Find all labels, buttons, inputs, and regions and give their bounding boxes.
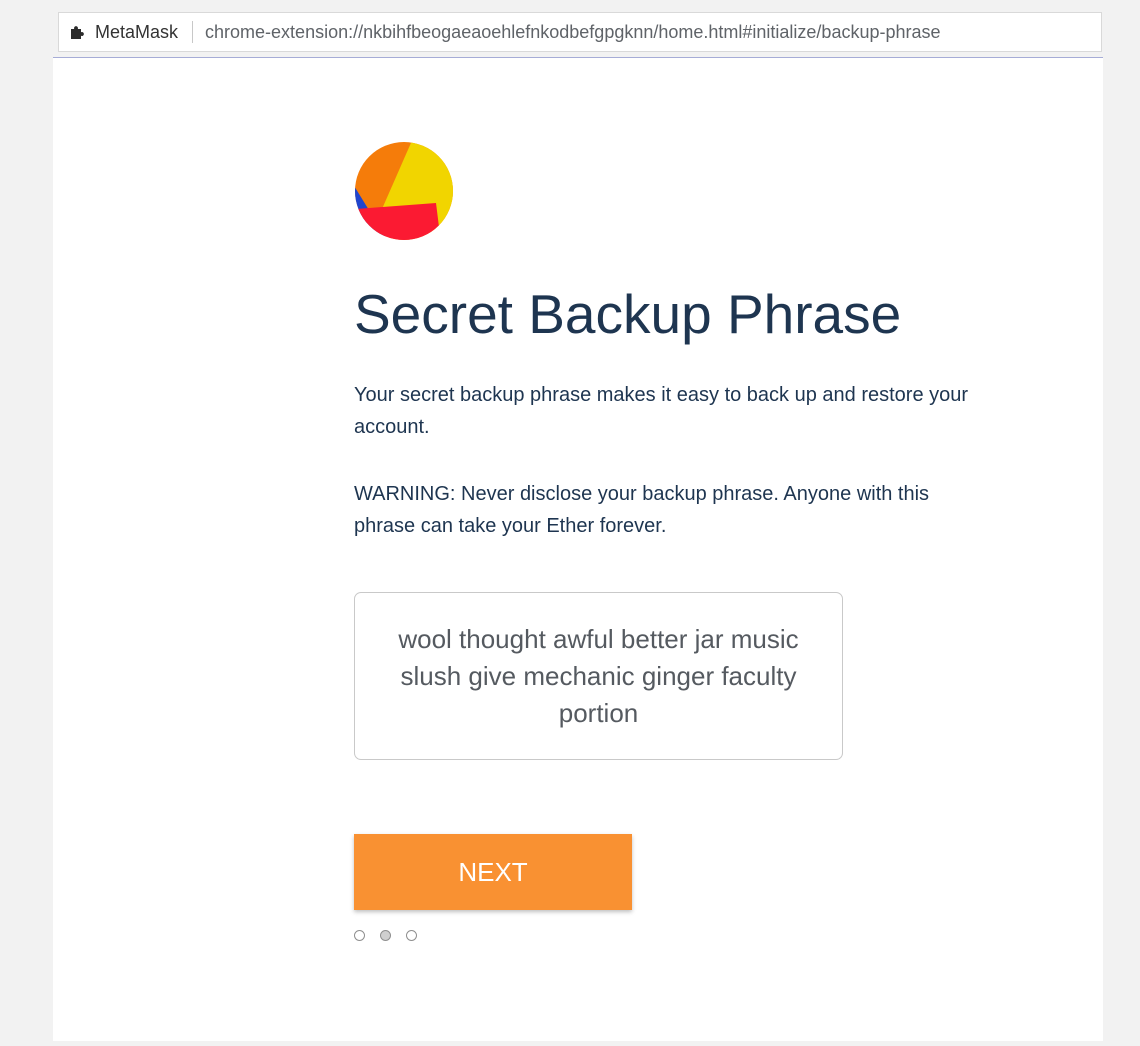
address-bar[interactable]: MetaMask chrome-extension://nkbihfbeogae… <box>58 12 1102 52</box>
next-button[interactable]: NEXT <box>354 834 632 910</box>
seed-phrase-box[interactable]: wool thought awful better jar music slus… <box>354 592 843 760</box>
extension-name: MetaMask <box>95 21 179 42</box>
seed-phrase-text: wool thought awful better jar music slus… <box>398 623 799 728</box>
page-title: Secret Backup Phrase <box>354 283 902 345</box>
pagination-dot-1[interactable] <box>354 930 365 941</box>
address-bar-divider <box>192 21 194 43</box>
puzzle-piece-icon <box>69 24 85 40</box>
pagination-dot-3[interactable] <box>406 930 417 941</box>
metamask-identicon <box>355 142 453 240</box>
description-text: Your secret backup phrase makes it easy … <box>354 384 969 438</box>
pagination-dot-2[interactable] <box>380 930 391 941</box>
warning-text: WARNING: Never disclose your backup phra… <box>354 483 930 537</box>
pagination-dots <box>354 930 417 941</box>
main-panel: Secret Backup Phrase Your secret backup … <box>53 57 1103 1041</box>
url-text[interactable]: chrome-extension://nkbihfbeogaeaoehlefnk… <box>205 22 940 43</box>
